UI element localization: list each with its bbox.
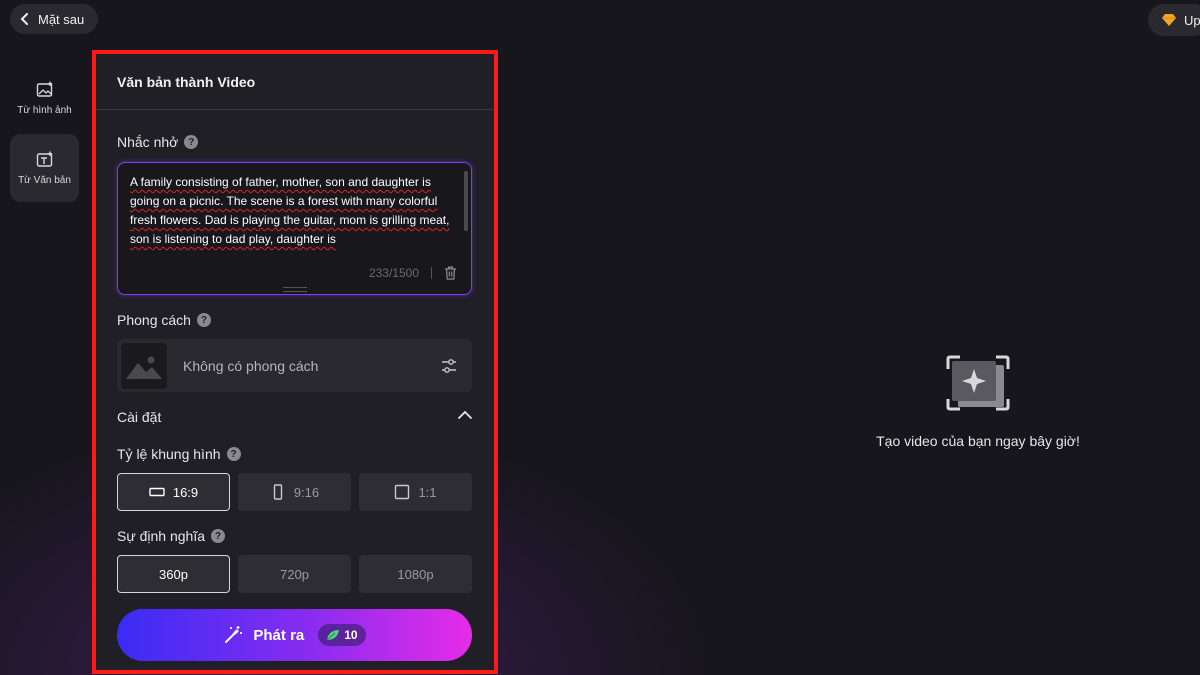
- aspect-option-9-16[interactable]: 9:16: [238, 473, 351, 511]
- square-ratio-icon: [395, 484, 410, 500]
- aspect-option-label: 16:9: [172, 484, 199, 500]
- style-value: Không có phong cách: [183, 357, 319, 374]
- resize-handle[interactable]: [283, 287, 307, 292]
- generate-button[interactable]: Phát ra 10: [117, 609, 472, 661]
- aspect-option-16-9[interactable]: 16:9: [117, 473, 230, 511]
- preview-message: Tạo video của bạn ngay bây giờ!: [876, 433, 1080, 449]
- back-button[interactable]: Mặt sau: [10, 4, 99, 34]
- style-label-row: Phong cách ?: [117, 312, 211, 328]
- text-plus-icon: [36, 151, 52, 167]
- aspect-ratio-options: 16:9 9:16 1:1: [117, 473, 472, 511]
- prompt-label: Nhắc nhở: [117, 134, 179, 150]
- aspect-option-label: 9:16: [293, 484, 320, 500]
- back-label: Mặt sau: [38, 11, 85, 27]
- prompt-label-row: Nhắc nhở ?: [117, 134, 199, 150]
- chevron-up-icon[interactable]: [458, 410, 472, 420]
- sidebar-item-label: Từ Văn bản: [18, 174, 71, 186]
- divider: [431, 267, 432, 279]
- sidebar-item-label: Từ hình ảnh: [17, 104, 72, 116]
- sliders-icon[interactable]: [440, 357, 458, 375]
- help-icon[interactable]: ?: [196, 313, 211, 327]
- definition-option-1080p[interactable]: 1080p: [359, 555, 472, 593]
- definition-label: Sự định nghĩa: [117, 528, 205, 544]
- style-thumbnail: [121, 342, 167, 389]
- text-to-video-panel: Văn bản thành Video Nhắc nhở ? A family …: [96, 54, 494, 670]
- definition-options: 360p 720p 1080p: [117, 555, 472, 593]
- trash-icon[interactable]: [444, 266, 457, 280]
- credit-count: 10: [344, 628, 358, 642]
- definition-option-label: 1080p: [397, 566, 434, 582]
- aspect-ratio-label: Tỷ lệ khung hình: [117, 446, 221, 462]
- sidebar-item-from-text[interactable]: Từ Văn bản: [10, 134, 79, 202]
- definition-option-360p[interactable]: 360p: [117, 555, 230, 593]
- preview-empty-state: Tạo video của bạn ngay bây giờ!: [830, 355, 1126, 449]
- prompt-footer: 233/1500: [369, 266, 457, 280]
- help-icon[interactable]: ?: [211, 529, 225, 543]
- prompt-text[interactable]: A family consisting of father, mother, s…: [130, 173, 460, 253]
- settings-label: Cài đặt: [117, 409, 162, 425]
- definition-option-label: 720p: [280, 566, 309, 582]
- magic-wand-icon: [225, 626, 243, 643]
- diamond-icon: [1162, 14, 1176, 26]
- video-sparkle-icon: [946, 355, 1010, 411]
- landscape-image-icon: [126, 356, 162, 379]
- definition-label-row: Sự định nghĩa ?: [117, 528, 225, 544]
- help-icon[interactable]: ?: [226, 447, 241, 461]
- upgrade-button[interactable]: Up: [1148, 4, 1200, 36]
- prompt-scrollbar[interactable]: [464, 171, 468, 231]
- leaf-icon: [326, 630, 340, 641]
- character-counter: 233/1500: [368, 266, 419, 280]
- panel-title: Văn bản thành Video: [96, 54, 494, 110]
- upgrade-label: Up: [1184, 12, 1200, 28]
- sidebar-item-from-image[interactable]: Từ hình ảnh: [10, 64, 79, 132]
- image-plus-icon: [36, 81, 52, 97]
- aspect-option-label: 1:1: [418, 484, 437, 500]
- chevron-left-icon: [20, 13, 28, 25]
- landscape-ratio-icon: [149, 487, 165, 497]
- aspect-label-row: Tỷ lệ khung hình ?: [117, 446, 241, 462]
- definition-option-label: 360p: [159, 566, 188, 582]
- definition-option-720p[interactable]: 720p: [238, 555, 351, 593]
- credit-badge: 10: [318, 624, 366, 646]
- style-selector[interactable]: Không có phong cách: [117, 339, 472, 392]
- portrait-ratio-icon: [273, 484, 283, 500]
- prompt-textarea[interactable]: A family consisting of father, mother, s…: [117, 162, 472, 295]
- help-icon[interactable]: ?: [184, 135, 199, 149]
- style-label: Phong cách: [117, 312, 191, 328]
- aspect-option-1-1[interactable]: 1:1: [359, 473, 472, 511]
- generate-label: Phát ra: [253, 626, 305, 644]
